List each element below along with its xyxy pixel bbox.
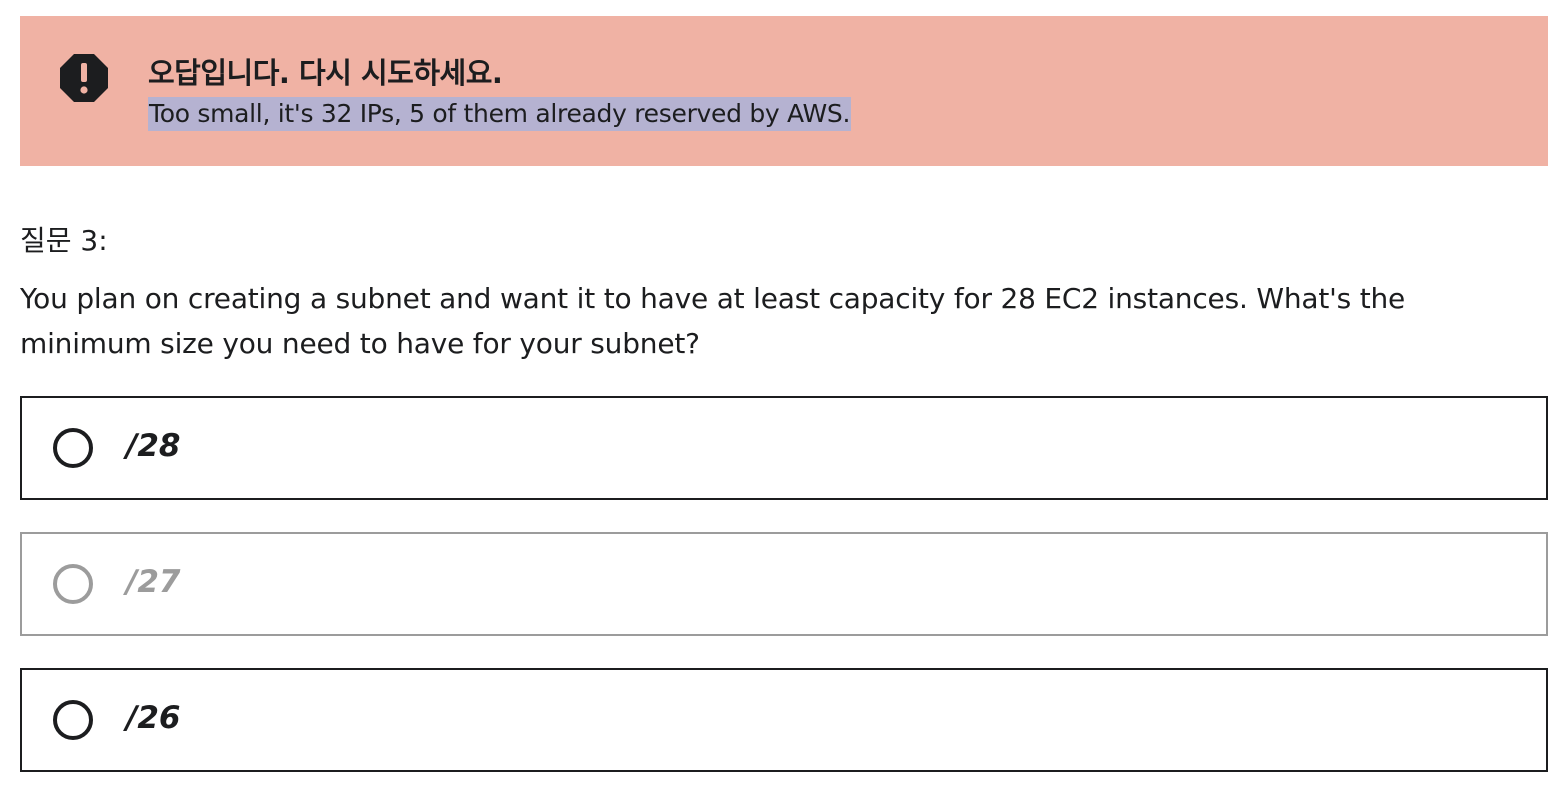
radio-button[interactable] <box>53 700 93 740</box>
answer-option-3[interactable]: /26 <box>20 668 1548 772</box>
answer-option-1[interactable]: /28 <box>20 396 1548 500</box>
question-text: You plan on creating a subnet and want i… <box>20 282 1406 360</box>
radio-button <box>53 564 93 604</box>
answer-option-label: /26 <box>126 700 181 736</box>
answer-option-2: /27 <box>20 532 1548 636</box>
answer-option-label: /28 <box>126 428 181 464</box>
alert-message: Too small, it's 32 IPs, 5 of them alread… <box>148 97 852 131</box>
exclamation-octagon-icon <box>60 54 108 102</box>
incorrect-answer-alert: 오답입니다. 다시 시도하세요. Too small, it's 32 IPs,… <box>20 16 1548 166</box>
alert-title: 오답입니다. 다시 시도하세요. <box>148 56 503 90</box>
question-number: 질문 3: <box>20 224 108 257</box>
radio-button[interactable] <box>53 428 93 468</box>
answer-option-label: /27 <box>126 564 181 600</box>
